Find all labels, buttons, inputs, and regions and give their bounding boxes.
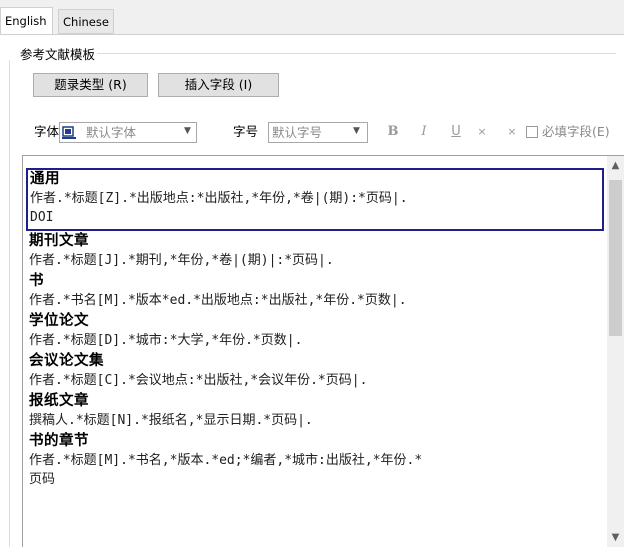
superscript-button[interactable]: × [474,121,490,143]
entry-title: 学位论文 [29,313,89,329]
entry-title: 通用 [30,171,60,187]
entry-title: 会议论文集 [29,353,104,369]
entry-template: 作者.*标题[D].*城市:*大学,*年份.*页数|. [29,333,303,348]
font-value: 默认字体 [86,125,137,140]
entry-title: 书的章节 [29,433,89,449]
scroll-down-icon[interactable]: ▼ [607,530,624,546]
list-item[interactable]: 期刊文章 作者.*标题[J].*期刊,*年份,*卷|(期)|:*页码|. [26,231,604,271]
group-border-left [9,60,10,547]
list-item-general[interactable]: 通用 作者.*标题[Z].*出版地点:*出版社,*年份,*卷|(期):*页码|.… [26,168,604,231]
entry-title: 报纸文章 [29,393,89,409]
entry-template: 撰稿人.*标题[N].*报纸名,*显示日期.*页码|. [29,413,313,428]
tab-divider [0,34,624,35]
font-label: 字体 [34,124,60,139]
entry-template: 作者.*标题[Z].*出版地点:*出版社,*年份,*卷|(期):*页码|. DO… [30,191,408,225]
scrollbar-thumb[interactable] [609,180,622,336]
italic-button[interactable]: I [416,121,432,143]
tab-english[interactable]: English [0,7,53,35]
list-item[interactable]: 报纸文章 撰稿人.*标题[N].*报纸名,*显示日期.*页码|. [26,391,604,431]
list-item[interactable]: 学位论文 作者.*标题[D].*城市:*大学,*年份.*页数|. [26,311,604,351]
vertical-scrollbar[interactable]: ▲ ▼ [607,156,624,547]
size-value: 默认字号 [272,125,323,140]
required-field-label: 必填字段(E) [542,124,610,139]
underline-button[interactable]: U [448,121,464,143]
entry-template: 作者.*标题[J].*期刊,*年份,*卷|(期)|:*页码|. [29,253,334,268]
chevron-down-icon: ▼ [184,126,191,136]
entry-template: 作者.*书名[M].*版本*ed.*出版地点:*出版社,*年份.*页数|. [29,293,407,308]
group-title: 参考文献模板 [18,44,98,63]
entry-title: 书 [29,273,44,289]
chevron-down-icon: ▼ [353,126,360,136]
size-select[interactable]: 默认字号 ▼ [268,122,368,143]
insert-field-button[interactable]: 插入字段 (I) [158,73,279,97]
template-list[interactable]: 通用 作者.*标题[Z].*出版地点:*出版社,*年份,*卷|(期):*页码|.… [22,155,624,547]
scroll-up-icon[interactable]: ▲ [607,158,624,174]
font-icon [62,126,76,139]
tab-chinese[interactable]: Chinese [58,9,114,34]
list-item[interactable]: 书的章节 作者.*标题[M].*书名,*版本.*ed;*编者,*城市:出版社,*… [26,431,604,490]
list-item[interactable]: 书 作者.*书名[M].*版本*ed.*出版地点:*出版社,*年份.*页数|. [26,271,604,311]
font-select[interactable]: 默认字体 ▼ [59,122,197,143]
subscript-button[interactable]: × [504,121,520,143]
group-border-top [62,53,616,54]
bold-button[interactable]: B [385,121,401,143]
required-field-checkbox[interactable] [526,126,538,138]
entry-template: 作者.*标题[C].*会议地点:*出版社,*会议年份.*页码|. [29,373,368,388]
list-item[interactable]: 会议论文集 作者.*标题[C].*会议地点:*出版社,*会议年份.*页码|. [26,351,604,391]
reference-type-button[interactable]: 题录类型 (R) [33,73,148,97]
size-label: 字号 [233,124,259,139]
entry-template: 作者.*标题[M].*书名,*版本.*ed;*编者,*城市:出版社,*年份.* … [29,453,423,487]
entry-title: 期刊文章 [29,233,89,249]
